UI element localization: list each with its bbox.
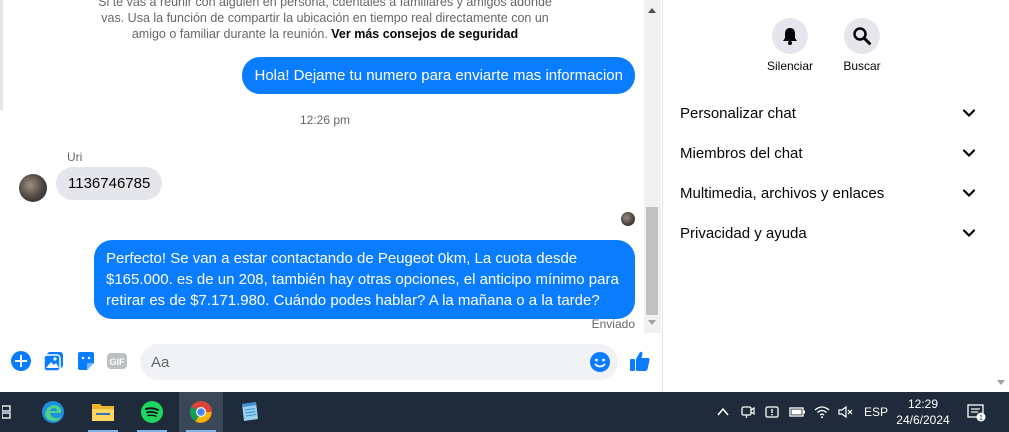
folder-icon [92, 404, 114, 421]
system-tray: ESP [716, 392, 888, 432]
alert-icon [765, 406, 779, 418]
taskbar-chrome[interactable] [179, 392, 223, 432]
notification-center-button[interactable]: 1 [966, 392, 986, 432]
menu-privacy-help[interactable]: Privacidad y ayuda [680, 213, 976, 253]
spotify-icon [141, 401, 163, 423]
chevron-down-icon [962, 109, 976, 118]
bell-icon [783, 28, 797, 45]
plus-circle-icon [11, 351, 31, 371]
safety-notice: Si te vas a reunir con alguien en person… [60, 0, 590, 42]
chevron-down-icon [962, 189, 976, 198]
taskbar-notepad[interactable] [227, 392, 271, 432]
sticker-icon [78, 352, 94, 370]
taskbar-edge[interactable] [31, 392, 75, 432]
chat-details-sidebar: Silenciar Buscar Personalizar chat Miemb… [663, 0, 993, 392]
taskbar-file-explorer[interactable] [81, 392, 125, 432]
scroll-up-arrow-icon[interactable] [648, 8, 656, 13]
wifi-icon [814, 406, 830, 419]
delivery-status: Enviado [591, 317, 635, 331]
outgoing-message-1[interactable]: Hola! Dejame tu numero para enviarte mas… [242, 57, 635, 94]
clock-date: 24/6/2024 [896, 413, 950, 427]
mute-action[interactable]: Silenciar [750, 18, 830, 73]
chat-scrollbar[interactable] [644, 0, 661, 333]
search-button[interactable] [844, 18, 880, 54]
emoji-button[interactable] [589, 351, 611, 373]
message-input-box[interactable] [140, 344, 618, 380]
seen-receipt-avatar [621, 212, 635, 226]
message-timestamp: 12:26 pm [299, 113, 351, 127]
menu-customize-chat[interactable]: Personalizar chat [680, 93, 976, 133]
search-icon [853, 27, 871, 45]
notification-icon: 1 [967, 404, 986, 422]
chevron-down-icon [962, 229, 976, 238]
sender-name: Uri [67, 150, 83, 164]
photo-icon [43, 352, 63, 372]
sticker-button[interactable] [75, 350, 97, 372]
sidebar-scrollbar[interactable] [993, 0, 1009, 392]
send-like-button[interactable] [629, 350, 651, 372]
mute-button[interactable] [772, 18, 808, 54]
clock[interactable]: 12:29 24/6/2024 [893, 396, 953, 428]
thumbs-up-icon [630, 351, 650, 371]
edge-browser-icon [42, 401, 64, 423]
taskbar-spotify[interactable] [130, 392, 174, 432]
safety-tips-link[interactable]: Ver más consejos de seguridad [331, 27, 518, 41]
incoming-message[interactable]: 1136746785 [56, 167, 163, 200]
emoji-icon [590, 352, 610, 372]
safety-notice-line-1: Si te vas a reunir con alguien en person… [98, 0, 552, 9]
more-actions-button[interactable] [10, 350, 32, 372]
scroll-down-arrow-icon[interactable] [997, 380, 1005, 385]
chevron-down-icon [962, 149, 976, 158]
notification-count: 1 [979, 415, 983, 422]
mute-label: Silenciar [766, 59, 814, 73]
task-view-button[interactable] [0, 392, 30, 432]
search-action[interactable]: Buscar [822, 18, 902, 73]
messenger-window: Si te vas a reunir con alguien en person… [0, 0, 1009, 392]
clock-time: 12:29 [907, 397, 939, 411]
chevron-up-icon [717, 407, 729, 416]
windows-taskbar: ESP 12:29 24/6/2024 1 [0, 392, 1009, 432]
panel-edge [0, 0, 3, 110]
menu-label: Privacidad y ayuda [680, 224, 807, 242]
menu-label: Multimedia, archivos y enlaces [680, 184, 885, 202]
menu-label: Personalizar chat [680, 104, 796, 122]
search-label: Buscar [843, 59, 881, 73]
outgoing-message-2[interactable]: Perfecto! Se van a estar contactando de … [94, 240, 635, 319]
contact-avatar[interactable] [19, 174, 47, 202]
task-view-icon [2, 405, 11, 419]
message-composer: GIF [0, 338, 662, 388]
menu-media-files-links[interactable]: Multimedia, archivos y enlaces [680, 173, 976, 213]
svg-text:GIF: GIF [110, 357, 126, 367]
safety-notice-line-3: amigo o familiar durante la reunión. [131, 27, 328, 41]
safety-notice-line-2: vas. Usa la función de compartir la ubic… [101, 11, 549, 25]
gif-icon: GIF [107, 353, 127, 369]
scroll-down-arrow-icon[interactable] [648, 320, 656, 325]
notepad-icon [242, 402, 258, 421]
meet-now-icon [741, 406, 755, 418]
volume-muted-icon [838, 405, 853, 419]
menu-chat-members[interactable]: Miembros del chat [680, 133, 976, 173]
chrome-icon [189, 401, 212, 423]
input-language[interactable]: ESP [864, 405, 888, 419]
gif-button[interactable]: GIF [106, 350, 128, 372]
attach-photo-button[interactable] [43, 350, 65, 372]
battery-icon [789, 407, 805, 417]
chat-panel: Si te vas a reunir con alguien en person… [0, 0, 662, 392]
scroll-thumb[interactable] [646, 207, 658, 315]
menu-label: Miembros del chat [680, 144, 803, 162]
message-input[interactable] [151, 352, 581, 372]
